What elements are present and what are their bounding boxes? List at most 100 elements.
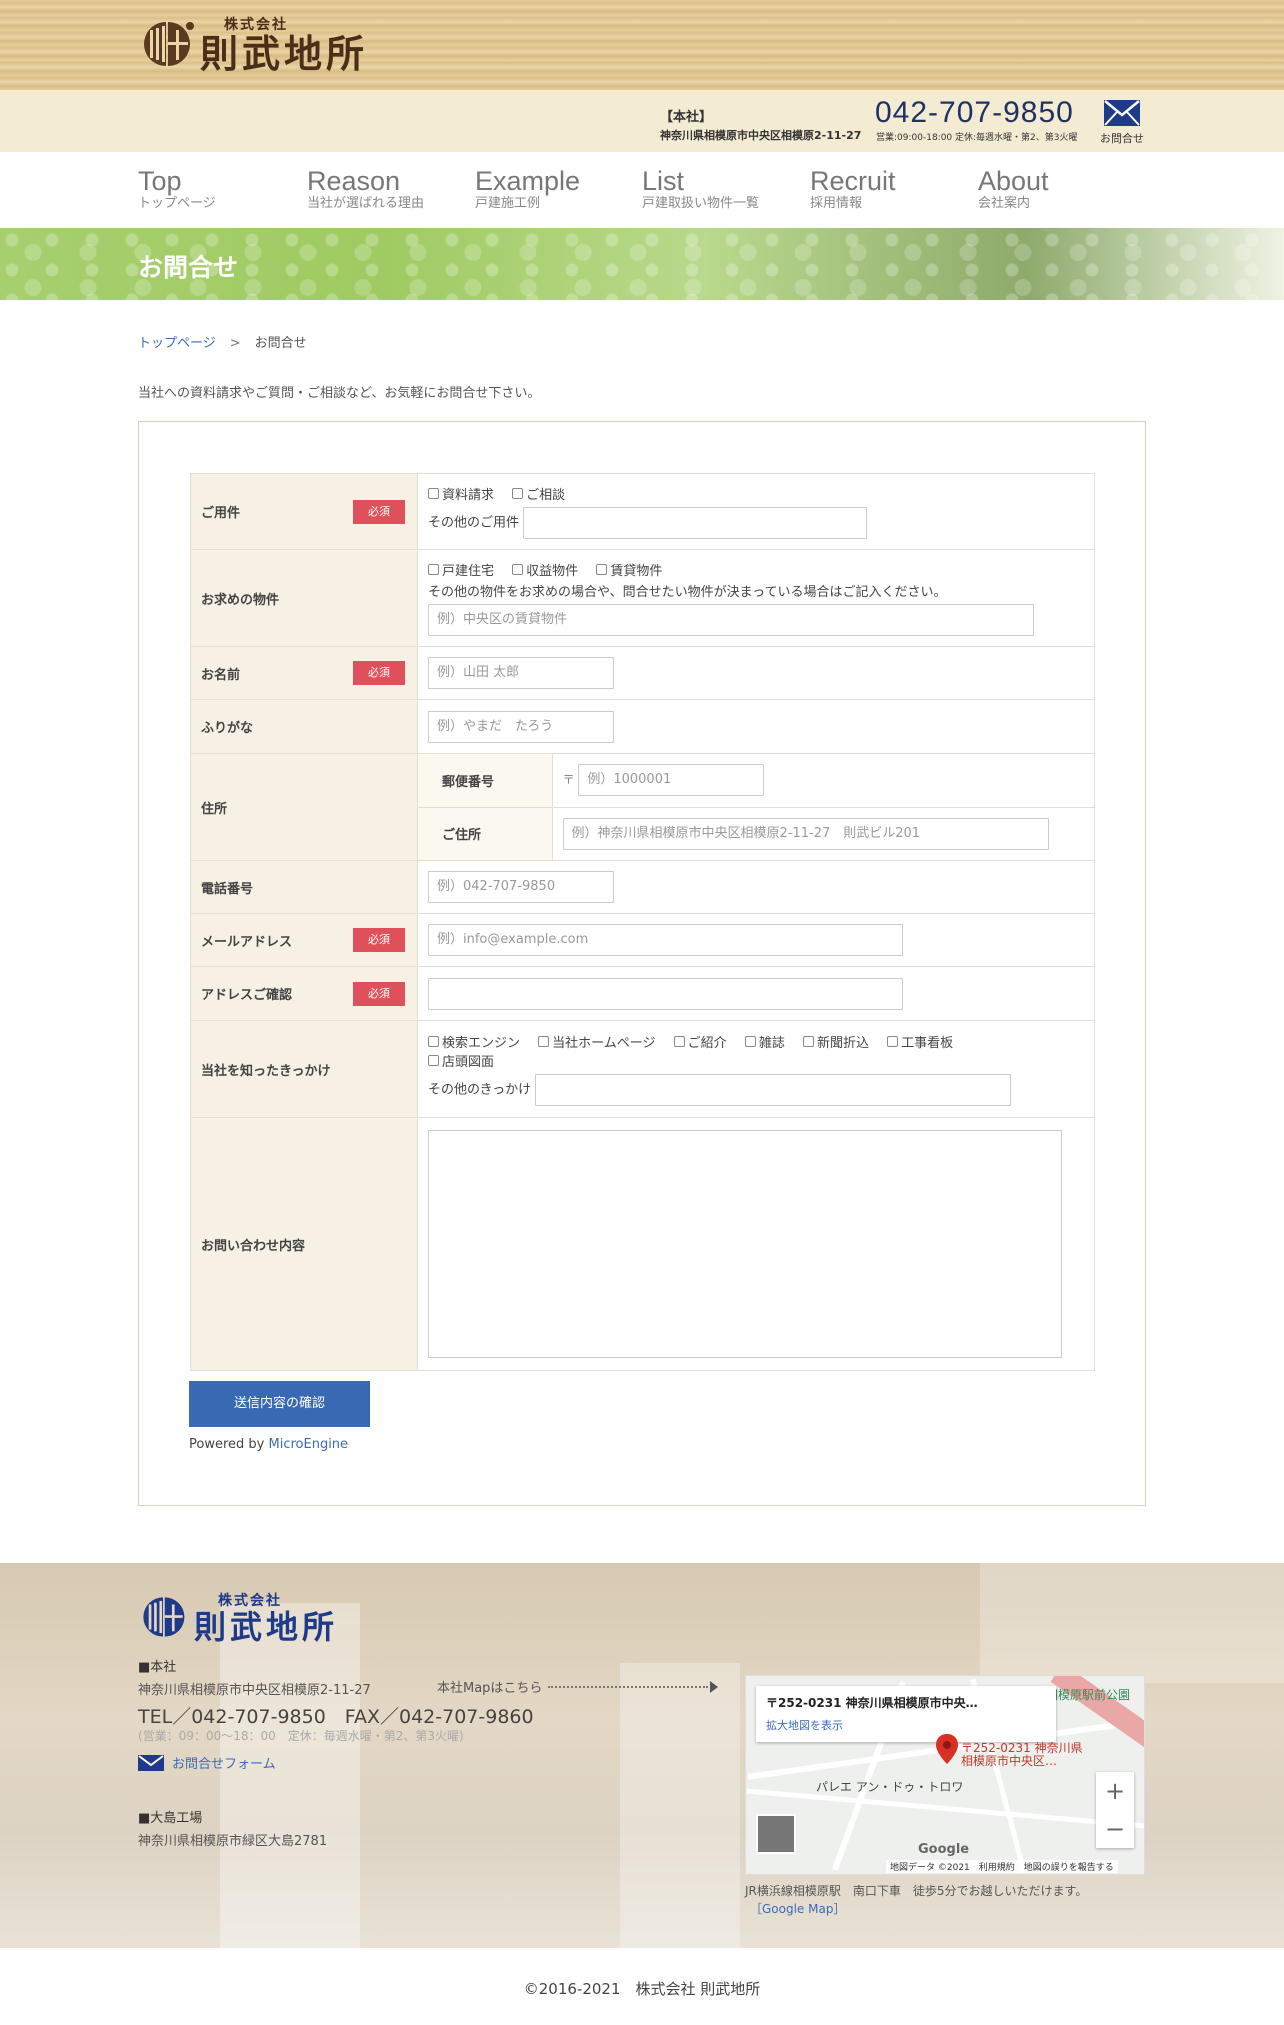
footer-bg-blur <box>620 1663 740 1948</box>
form-row-inquiry: お問い合わせ内容 <box>190 1117 1095 1371</box>
footer-logo-company-name: 則武地所 <box>194 1608 339 1646</box>
footer-logo[interactable]: 株式会社 則武地所 <box>138 1590 338 1644</box>
name-input[interactable]: 例）山田 太郎 <box>428 657 614 689</box>
property-note: その他の物件をお求めの場合や、問合せたい物件が決まっている場合はご記入ください。 <box>428 585 947 600</box>
map-link-label: 本社Mapはこちら <box>437 1681 543 1696</box>
checkbox-shueki[interactable]: 収益物件 <box>512 560 578 579</box>
header-wood-bar: 株式会社 則武地所 <box>0 0 1284 90</box>
field-label-cell: ふりがな <box>190 699 418 754</box>
checkbox-shiryou[interactable]: 資料請求 <box>428 484 494 503</box>
footer-map-link[interactable]: 本社Mapはこちら <box>437 1677 719 1696</box>
email-input[interactable]: 例）info@example.com <box>428 924 903 956</box>
required-badge: 必須 <box>353 981 405 1006</box>
checkbox-label: 検索エンジン <box>442 1036 521 1051</box>
field-value-cell: 例）042-707-9850 <box>417 860 1095 914</box>
footer-logo-kabushikigaisha: 株式会社 <box>218 1593 282 1609</box>
map-attribution: 地図データ ©2021 利用規約 地図の誤りを報告する <box>886 1860 1118 1873</box>
nav-item-recruit[interactable]: Recruit 採用情報 <box>810 166 896 212</box>
field-label-cell: お名前 必須 <box>190 646 418 700</box>
mail-icon <box>1104 100 1140 126</box>
checkbox-search-engine[interactable]: 検索エンジン <box>428 1032 520 1051</box>
zip-input[interactable]: 例）1000001 <box>578 764 765 797</box>
furigana-input[interactable]: 例）やまだ たろう <box>428 710 614 743</box>
microengine-link[interactable]: MicroEngine <box>269 1437 349 1452</box>
checkbox-kodate[interactable]: 戸建住宅 <box>428 560 494 579</box>
map-layer-thumbnail[interactable] <box>756 1814 796 1854</box>
breadcrumb: トップページ > お問合せ <box>138 332 307 351</box>
field-label: ふりがな <box>201 721 254 736</box>
checkbox-magazine[interactable]: 雑誌 <box>744 1032 785 1051</box>
addr-label: ご住所 <box>418 807 553 860</box>
form-row-email-confirm: アドレスご確認 必須 <box>190 966 1095 1021</box>
checkbox-box <box>744 1036 756 1047</box>
checkbox-chintai[interactable]: 賃貸物件 <box>596 560 662 579</box>
nav-label-ja: 戸建施工例 <box>475 196 541 211</box>
header-contact-link[interactable]: お問合せ <box>1098 100 1146 146</box>
nav-label-en: List <box>642 166 685 196</box>
mail-icon <box>138 1754 164 1771</box>
google-map-link[interactable]: ［Google Map］ <box>750 1900 845 1917</box>
checkbox-signboard[interactable]: 工事看板 <box>887 1032 953 1051</box>
hq-label: 【本社】 <box>660 110 713 125</box>
nav-item-about[interactable]: About 会社案内 <box>978 166 1049 212</box>
checkbox-homepage[interactable]: 当社ホームページ <box>538 1032 656 1051</box>
map-caption: JR横浜線相模原駅 南口下車 徒歩5分でお越しいただけます。 <box>745 1884 1088 1898</box>
tel-input[interactable]: 例）042-707-9850 <box>428 871 614 903</box>
other-source-input[interactable] <box>535 1074 1012 1106</box>
checkbox-box <box>802 1036 814 1047</box>
field-label: 住所 <box>201 801 228 817</box>
required-badge: 必須 <box>353 661 405 685</box>
field-label: ご用件 <box>201 506 241 521</box>
checkbox-storefront[interactable]: 店頭図面 <box>428 1051 494 1070</box>
field-label: 当社を知ったきっかけ <box>201 1063 331 1079</box>
footer-oshima-address: 神奈川県相模原市緑区大島2781 <box>138 1834 328 1849</box>
addr-cell: 例）神奈川県相模原市中央区相模原2-11-27 則武ビル201 <box>552 807 1094 860</box>
map-pin-label-line2: 相模原市中央区… <box>961 1754 1058 1768</box>
form-row-name: お名前 必須 例）山田 太郎 <box>190 646 1095 700</box>
header-contact-label: お問合せ <box>1100 132 1144 145</box>
email-confirm-input[interactable] <box>428 977 903 1010</box>
breadcrumb-separator: > <box>229 336 241 351</box>
map-park-label: 相模原駅前公園 <box>1046 1688 1131 1702</box>
main-nav: Top トップページ Reason 当社が選ばれる理由 Example 戸建施工… <box>0 152 1284 228</box>
header-hours: 営業:09:00-18:00 定休:毎週水曜・第2、第3火曜 <box>876 133 1078 143</box>
checkbox-label: 工事看板 <box>901 1036 954 1051</box>
zoom-out-button[interactable]: − <box>1096 1810 1134 1848</box>
page-title: お問合せ <box>138 253 239 282</box>
property-input[interactable]: 例）中央区の賃貸物件 <box>428 604 1034 636</box>
checkbox-box <box>512 564 524 575</box>
header-info-bar <box>0 90 1284 152</box>
zoom-in-button[interactable]: + <box>1096 1772 1134 1810</box>
contact-form-label: お問合せフォーム <box>172 1757 276 1772</box>
company-logo[interactable]: 株式会社 則武地所 <box>138 14 368 74</box>
nav-item-reason[interactable]: Reason 当社が選ばれる理由 <box>307 166 424 212</box>
breadcrumb-home-link[interactable]: トップページ <box>138 336 216 351</box>
footer-bg-blur <box>220 1603 360 1948</box>
other-youken-input[interactable] <box>523 507 868 539</box>
confirm-submit-button[interactable]: 送信内容の確認 <box>189 1381 370 1427</box>
checkbox-referral[interactable]: ご紹介 <box>673 1032 727 1051</box>
form-row-furigana: ふりがな 例）やまだ たろう <box>190 699 1095 754</box>
footer-contact-form-link[interactable]: お問合せフォーム <box>138 1753 276 1772</box>
nav-item-example[interactable]: Example 戸建施工例 <box>475 166 580 212</box>
zip-cell: 〒 例）1000001 <box>552 754 1094 808</box>
nav-item-list[interactable]: List 戸建取扱い物件一覧 <box>642 166 759 212</box>
checkbox-soudan[interactable]: ご相談 <box>512 484 565 503</box>
other-source-label: その他のきっかけ <box>428 1082 532 1098</box>
address-input[interactable]: 例）神奈川県相模原市中央区相模原2-11-27 則武ビル201 <box>562 817 1049 850</box>
map-enlarge-link[interactable]: 拡大地図を表示 <box>766 1717 1046 1733</box>
field-value-cell: 郵便番号 〒 例）1000001 ご住所 例）神奈川県相模原市中央区相模原2-1… <box>417 753 1095 861</box>
header-phone[interactable]: 042-707-9850 <box>875 96 1074 130</box>
footer-hq-address: 神奈川県相模原市中央区相模原2-11-27 <box>138 1683 371 1698</box>
checkbox-newspaper[interactable]: 新聞折込 <box>802 1032 869 1051</box>
logo-mark-icon <box>144 22 194 66</box>
field-label: 電話番号 <box>201 881 254 897</box>
checkbox-box <box>428 1055 439 1066</box>
field-value-cell: 検索エンジン 当社ホームページ ご紹介 雑誌 新聞折込 工事看板 店頭図面 その… <box>417 1020 1095 1118</box>
checkbox-label: ご紹介 <box>687 1036 727 1051</box>
inquiry-textarea[interactable] <box>428 1130 1062 1358</box>
nav-label-ja: 当社が選ばれる理由 <box>307 196 425 211</box>
required-badge: 必須 <box>353 928 405 952</box>
google-map-embed[interactable]: 相模原駅前公園 〒252-0231 神奈川県相模原市中央… 拡大地図を表示 〒2… <box>745 1675 1145 1875</box>
nav-item-top[interactable]: Top トップページ <box>138 166 216 212</box>
